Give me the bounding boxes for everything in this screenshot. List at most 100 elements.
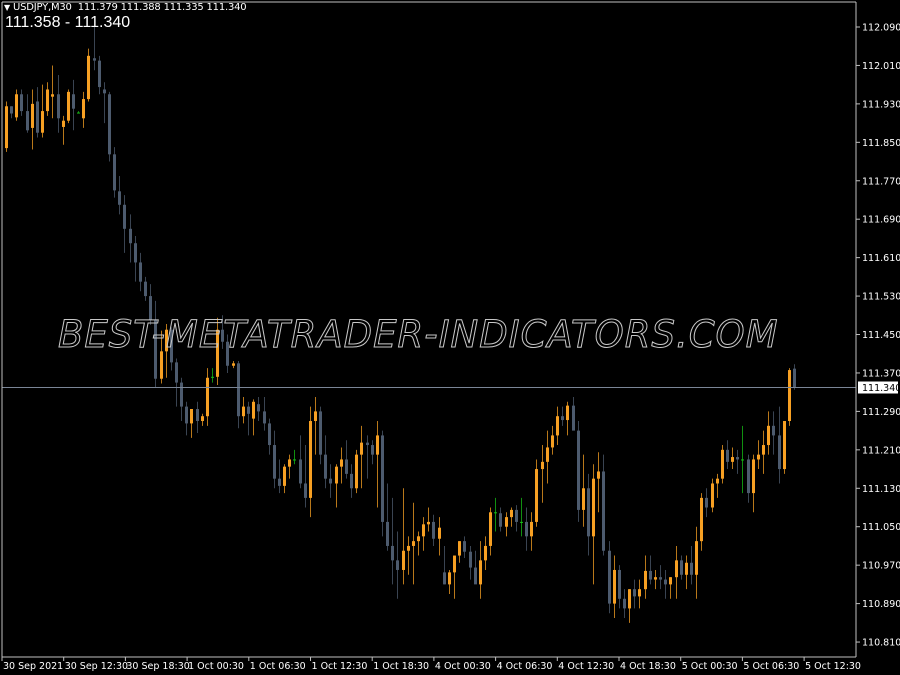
candle-body: [82, 99, 85, 119]
candle-body: [736, 457, 739, 460]
time-tick-label: 5 Oct 00:30: [682, 661, 738, 672]
candle-body: [247, 406, 250, 414]
candle-body: [314, 411, 317, 422]
triangle-down-icon[interactable]: ▼: [4, 3, 10, 12]
candle-body: [103, 89, 106, 94]
candle-body: [530, 521, 533, 537]
candle-body: [700, 497, 703, 542]
candle-body: [31, 103, 34, 128]
candle-body: [329, 478, 332, 484]
time-tick-label: 1 Oct 18:30: [373, 661, 429, 672]
candle-body: [556, 416, 559, 436]
candle-body: [654, 577, 657, 580]
candle-body: [273, 445, 276, 479]
candle-body: [355, 454, 358, 489]
candle-body: [510, 509, 513, 518]
candle-body: [366, 442, 369, 446]
candle-body: [675, 560, 678, 578]
candle-body: [474, 567, 477, 585]
candle-body: [5, 106, 8, 149]
time-tick-label: 1 Oct 00:30: [188, 661, 244, 672]
candle-body: [602, 471, 605, 551]
candle-body: [180, 382, 183, 407]
candle-body: [448, 572, 451, 585]
candle-body: [520, 521, 523, 523]
candle-body: [41, 111, 44, 133]
time-tick-label: 1 Oct 06:30: [250, 661, 306, 672]
price-tick-label: 110.890: [862, 599, 900, 610]
candle-body: [561, 416, 564, 421]
price-tick-label: 111.690: [862, 215, 900, 226]
candle-body: [613, 569, 616, 604]
candle-body: [726, 449, 729, 462]
price-tick-label: 112.010: [862, 61, 900, 72]
candle-body: [716, 478, 719, 484]
candle: [5, 101, 8, 152]
candle-body: [20, 94, 23, 112]
candle: [535, 459, 538, 527]
candle: [577, 421, 580, 522]
candle-body: [345, 459, 348, 474]
time-tick-label: 4 Oct 12:30: [558, 661, 614, 672]
candle-body: [649, 570, 652, 580]
candle-body: [690, 562, 693, 575]
candle: [788, 368, 791, 426]
candle-body: [123, 204, 126, 229]
candle-body: [175, 362, 178, 383]
candle-body: [582, 488, 585, 510]
candle-body: [26, 111, 29, 131]
candle-body: [242, 406, 245, 417]
price-tick-label: 111.370: [862, 368, 900, 379]
candle-body: [463, 541, 466, 552]
price-tick-label: 110.810: [862, 638, 900, 649]
candle-body: [51, 94, 54, 97]
candle-body: [489, 512, 492, 546]
candle-body: [592, 478, 595, 537]
candle-body: [623, 598, 626, 609]
candle-body: [237, 363, 240, 417]
candle: [608, 541, 611, 614]
candle-body: [72, 94, 75, 109]
candle-body: [108, 94, 111, 155]
candle-body: [659, 577, 662, 580]
candle: [783, 421, 786, 474]
candle-body: [680, 560, 683, 575]
candle-body: [664, 579, 667, 585]
candle-body: [113, 154, 116, 191]
candle: [721, 445, 724, 484]
candle-body: [762, 445, 765, 455]
candle-body: [87, 55, 90, 100]
candlestick-chart[interactable]: BEST-METATRADER-INDICATORS.COM 112.090 11…: [0, 0, 900, 675]
candle-body: [793, 368, 796, 388]
time-tick-label: 30 Sep 12:30: [65, 661, 128, 672]
candle: [355, 449, 358, 494]
candle-body: [57, 94, 60, 119]
candle-body: [252, 401, 255, 419]
candle-body: [695, 541, 698, 575]
candle-body: [484, 545, 487, 561]
candle: [87, 48, 90, 102]
candle-body: [371, 445, 374, 455]
candle-body: [324, 454, 327, 479]
candle-body: [644, 570, 647, 590]
candle-body: [417, 536, 420, 542]
price-tick-label: 111.610: [862, 253, 900, 264]
candle-body: [381, 435, 384, 522]
candle-body: [494, 512, 497, 514]
candle-body: [469, 551, 472, 568]
candle-body: [778, 435, 781, 470]
candle-body: [62, 120, 65, 127]
candle-body: [360, 442, 363, 455]
price-tick-label: 111.290: [862, 407, 900, 418]
candle-body: [340, 459, 343, 467]
candle-body: [309, 421, 312, 498]
candle-body: [427, 521, 430, 525]
time-tick-label: 1 Oct 12:30: [312, 661, 368, 672]
candle-body: [685, 562, 688, 575]
candle-body: [15, 94, 18, 118]
candle-body: [546, 447, 549, 462]
candle-body: [335, 466, 338, 484]
candle-body: [257, 404, 260, 412]
price-tick-label: 111.850: [862, 138, 900, 149]
candle-body: [299, 459, 302, 484]
